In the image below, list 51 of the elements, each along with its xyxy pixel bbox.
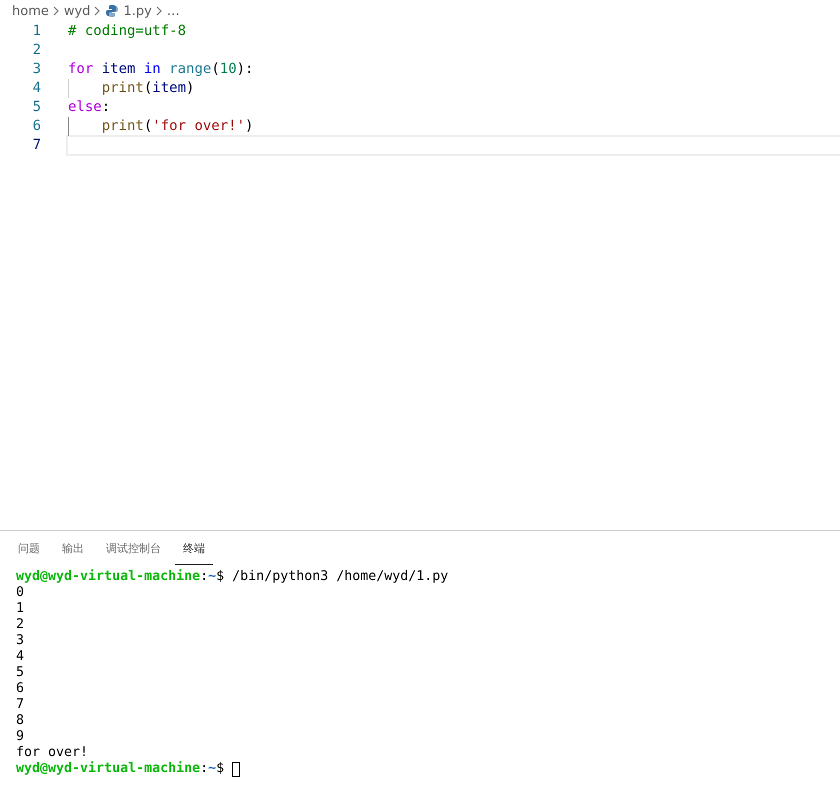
breadcrumb-item[interactable]: home: [12, 4, 49, 18]
code-token: # coding=utf-8: [68, 23, 186, 40]
code-token: else: [68, 99, 102, 116]
terminal-prompt: wyd@wyd-virtual-machine:~$ /bin/python3 /home/wyd/1.py: [16, 569, 448, 585]
chevron-icon: [94, 6, 102, 16]
terminal-output: 7: [16, 697, 24, 713]
panel-tab[interactable]: 终端: [175, 531, 213, 565]
code-token: range: [169, 61, 212, 78]
panel-tab[interactable]: 问题: [10, 531, 48, 565]
line-number: 2: [32, 41, 41, 60]
code-token: ):: [236, 61, 254, 78]
terminal-output: 6: [16, 681, 24, 697]
chevron-icon: [52, 6, 60, 16]
terminal-output: 8: [16, 713, 24, 729]
terminal-cursor: [232, 762, 240, 777]
line-number: 7: [32, 136, 41, 155]
panel-tab[interactable]: 输出: [54, 531, 92, 565]
code-token: print: [102, 80, 144, 97]
code-token: item: [102, 61, 136, 78]
code-token: :: [102, 99, 110, 116]
terminal-output: for over!: [16, 745, 88, 761]
more-crumb[interactable]: …: [166, 4, 180, 18]
code-token: ): [186, 80, 194, 97]
breadcrumb-item[interactable]: 1.py: [123, 4, 152, 18]
line-number: 1: [32, 22, 41, 41]
code-token: for: [68, 61, 94, 78]
line-number: 4: [32, 79, 41, 98]
code-token: ): [245, 118, 254, 135]
line-number: 6: [32, 117, 41, 136]
code-token: (: [144, 80, 152, 97]
code-token: in: [144, 61, 162, 78]
line-number: 3: [32, 60, 41, 79]
python-file-icon: [105, 4, 120, 18]
terminal-prompt: wyd@wyd-virtual-machine:~$: [16, 761, 226, 777]
terminal-output: 0: [16, 585, 24, 601]
terminal-output: 5: [16, 665, 24, 681]
code-token: item: [152, 80, 186, 97]
line-number: 5: [32, 98, 41, 117]
terminal-output: 3: [16, 633, 24, 649]
code-token: (: [144, 118, 152, 135]
breadcrumb-item[interactable]: wyd: [64, 4, 90, 18]
chevron-icon: [156, 6, 163, 16]
code-token: (: [211, 61, 220, 78]
panel-tab[interactable]: 调试控制台: [98, 531, 169, 565]
terminal-output: 1: [16, 601, 24, 617]
terminal-output: 2: [16, 617, 24, 633]
terminal-output: 9: [16, 729, 24, 745]
code-token: print: [102, 118, 144, 135]
code-token: 'for over!': [152, 118, 246, 135]
terminal-output: 4: [16, 649, 24, 665]
code-token: 10: [220, 61, 237, 78]
